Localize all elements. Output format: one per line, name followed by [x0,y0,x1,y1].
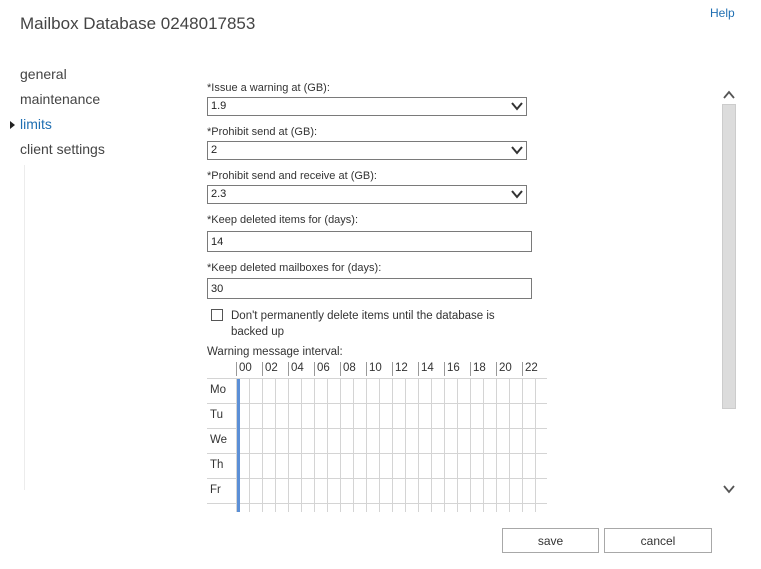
nav-divider [24,165,25,490]
prohibit-send-receive-value: 2.3 [211,188,227,200]
prohibit-send-label: *Prohibit send at (GB): [207,126,318,138]
warning-interval-schedule-grid[interactable]: 00 02 04 06 08 10 12 14 16 18 20 22 Mo Tu We Th Fr [207,360,547,512]
day-label: We [210,434,228,446]
nav-item-label: limits [20,116,52,132]
selected-arrow-icon [10,121,15,129]
keep-deleted-mailboxes-label: *Keep deleted mailboxes for (days): [207,262,382,274]
issue-warning-label: *Issue a warning at (GB): [207,82,330,94]
dont-delete-until-backup-checkbox[interactable] [211,309,223,321]
keep-deleted-items-input[interactable] [207,231,532,252]
selected-interval-marker [237,379,240,512]
hour-label: 12 [395,362,408,374]
keep-deleted-items-label: *Keep deleted items for (days): [207,214,359,226]
section-nav: general maintenance limits client settin… [0,62,190,162]
hour-label: 14 [421,362,434,374]
hour-label: 08 [343,362,356,374]
day-label: Tu [210,409,223,421]
nav-item-label: maintenance [20,91,101,107]
cancel-button[interactable]: cancel [604,528,712,553]
scrollbar-thumb[interactable] [722,104,736,409]
help-link[interactable]: Help [710,6,735,20]
prohibit-send-value: 2 [211,144,218,156]
save-button[interactable]: save [502,528,599,553]
hour-label: 18 [473,362,486,374]
schedule-grid-lines [207,362,547,512]
prohibit-send-receive-label: *Prohibit send and receive at (GB): [207,170,377,182]
chevron-down-icon [511,102,523,111]
issue-warning-value: 1.9 [211,100,227,112]
hour-label: 04 [291,362,304,374]
hour-label: 16 [447,362,460,374]
nav-item-client-settings[interactable]: client settings [0,137,190,162]
day-label: Th [210,459,224,471]
nav-item-label: general [20,66,67,82]
day-label: Mo [210,384,226,396]
mailbox-database-properties-dialog: Help Mailbox Database 0248017853 general… [0,0,761,569]
keep-deleted-mailboxes-input[interactable] [207,278,532,299]
hour-label: 22 [525,362,538,374]
nav-item-label: client settings [20,141,105,157]
warning-interval-label: Warning message interval: [207,346,343,358]
nav-item-maintenance[interactable]: maintenance [0,87,190,112]
issue-warning-select[interactable]: 1.9 [207,97,527,116]
dont-delete-until-backup-label: Don't permanently delete items until the… [231,310,495,338]
day-label: Fr [210,484,221,496]
nav-item-general[interactable]: general [0,62,190,87]
hour-label: 02 [265,362,278,374]
page-title: Mailbox Database 0248017853 [20,14,256,33]
prohibit-send-receive-select[interactable]: 2.3 [207,185,527,204]
prohibit-send-select[interactable]: 2 [207,141,527,160]
nav-item-limits[interactable]: limits [0,112,190,137]
scroll-down-icon[interactable] [722,483,736,495]
scroll-up-icon[interactable] [722,89,736,101]
hour-label: 06 [317,362,330,374]
chevron-down-icon [511,146,523,155]
hour-label: 00 [239,362,252,374]
chevron-down-icon [511,190,523,199]
hour-label: 20 [499,362,512,374]
hour-label: 10 [369,362,382,374]
